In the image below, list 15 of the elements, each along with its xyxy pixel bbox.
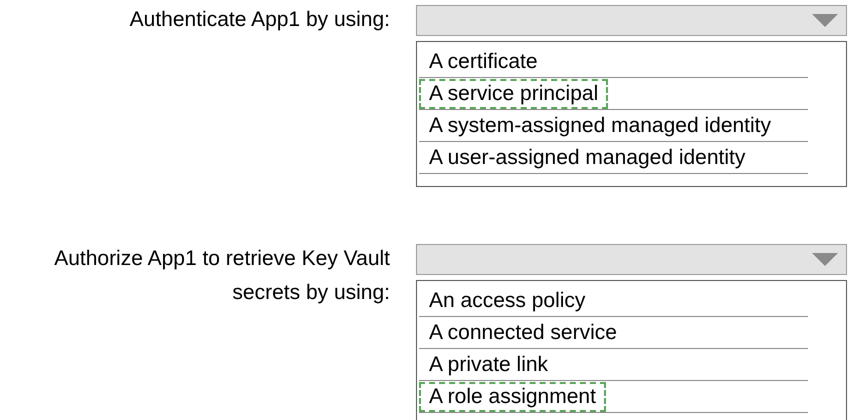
answer-option[interactable]: An access policy (419, 286, 596, 316)
question-label: Authenticate App1 by using: (130, 7, 390, 33)
answer-option[interactable]: A user-assigned managed identity (419, 142, 756, 172)
dropdown[interactable] (416, 244, 847, 275)
question-label: secrets by using: (232, 280, 390, 306)
answer-option[interactable]: A connected service (419, 318, 627, 348)
question-label: Authorize App1 to retrieve Key Vault (54, 246, 390, 272)
caret-icon (812, 252, 838, 266)
dropdown[interactable] (416, 5, 847, 36)
answer-option[interactable]: A certificate (419, 46, 548, 76)
answer-option[interactable]: A role assignment (419, 382, 606, 412)
caret-icon (812, 14, 838, 28)
answer-option[interactable]: A system-assigned managed identity (419, 110, 782, 140)
answer-option[interactable]: A service principal (419, 78, 608, 108)
answer-option[interactable]: A private link (419, 350, 558, 380)
